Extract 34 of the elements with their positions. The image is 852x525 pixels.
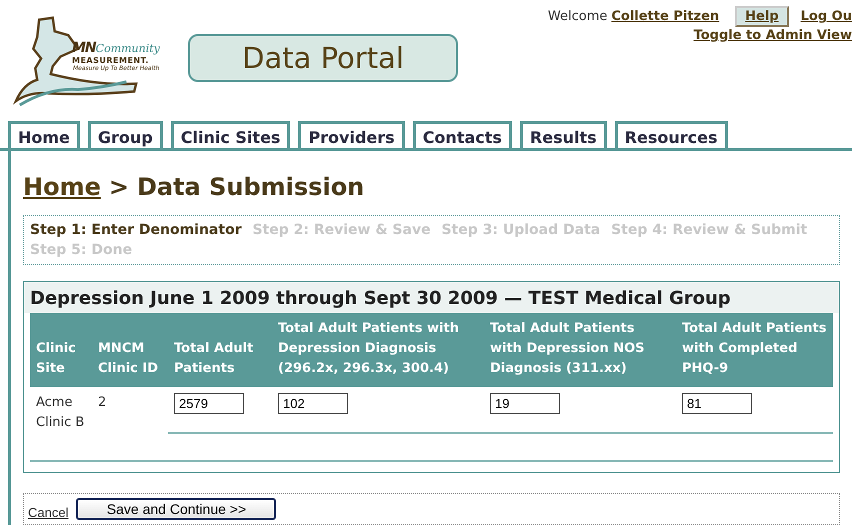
- input-field[interactable]: 19: [490, 393, 560, 414]
- portal-title: Data Portal: [188, 34, 458, 82]
- input-field[interactable]: 2579: [174, 393, 244, 414]
- input-field[interactable]: 102: [278, 393, 348, 414]
- nav-tab[interactable]: Contacts: [412, 121, 512, 148]
- logo-text: MEASUREMENT.: [72, 56, 150, 65]
- column-header: MNCM Clinic ID: [92, 313, 168, 387]
- page-title: Data Submission: [136, 173, 364, 201]
- step-label: Step 1: Enter Denominator: [30, 222, 242, 238]
- panel-title: Depression June 1 2009 through Sept 30 2009 — TEST Medical Group: [24, 282, 839, 313]
- column-header: Total Adult Patients: [168, 313, 272, 387]
- help-button[interactable]: Help: [735, 6, 789, 27]
- nav-tab[interactable]: Home: [8, 121, 80, 148]
- admin-toggle-link[interactable]: Toggle to Admin View: [694, 28, 852, 43]
- breadcrumb-link[interactable]: Home: [23, 173, 101, 201]
- logo-text: Community: [96, 42, 160, 55]
- table-cell: 2: [92, 387, 168, 433]
- nav-tab[interactable]: Providers: [298, 121, 405, 148]
- breadcrumb-separator: >: [108, 173, 129, 201]
- input-field[interactable]: 81: [682, 393, 752, 414]
- save-button[interactable]: Save and Continue >>: [76, 498, 276, 520]
- nav-tab[interactable]: Clinic Sites: [170, 121, 290, 148]
- nav-tab[interactable]: Group: [88, 121, 163, 148]
- column-header: Total Adult Patients with Depression NOS Diagnosis (311.xx): [484, 313, 676, 387]
- logout-link[interactable]: Log Ou: [800, 9, 852, 24]
- column-header: Total Adult Patients with Depression Diagnosis (296.2x, 296.3x, 300.4): [272, 313, 484, 387]
- welcome-text: Welcome: [548, 9, 608, 24]
- nav-tab[interactable]: Resources: [614, 121, 728, 148]
- column-header: Total Adult Patients with Completed PHQ-9: [676, 313, 833, 387]
- table-cell: Acme Clinic B: [30, 387, 92, 433]
- column-header: Clinic Site: [30, 313, 92, 387]
- cancel-link[interactable]: Cancel: [28, 505, 68, 520]
- nav-tab[interactable]: Results: [520, 121, 607, 148]
- user-link[interactable]: Collette Pitzen: [611, 9, 720, 24]
